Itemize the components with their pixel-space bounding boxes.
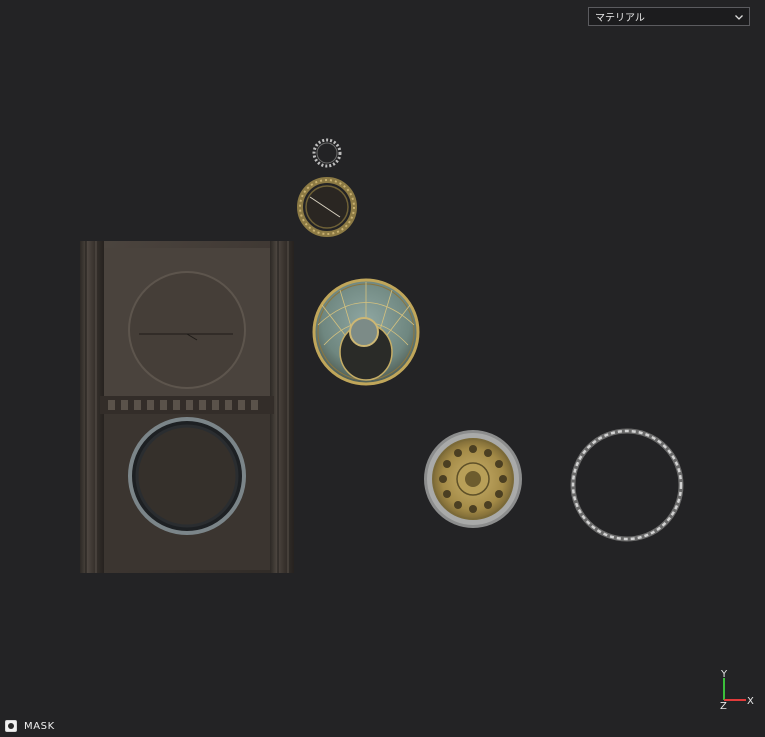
uv-texture-layout bbox=[80, 138, 684, 573]
z-axis-label: Z bbox=[720, 701, 727, 710]
uv-island-dial-face[interactable] bbox=[312, 278, 420, 386]
uv-island-small-ring[interactable] bbox=[312, 138, 342, 168]
mask-label: MASK bbox=[24, 720, 55, 732]
radio-toggle-icon[interactable] bbox=[5, 720, 17, 732]
x-axis-label: X bbox=[747, 696, 754, 707]
uv-island-gold-plate[interactable] bbox=[424, 430, 522, 528]
uv-island-brass-ring[interactable] bbox=[297, 177, 357, 237]
material-dropdown-label: マテリアル bbox=[595, 13, 645, 24]
uv-island-stone-case[interactable] bbox=[80, 241, 294, 573]
y-axis-label: Y bbox=[720, 669, 728, 680]
uv-viewport[interactable]: マテリアル MASK Y X Z bbox=[0, 0, 765, 737]
material-dropdown[interactable]: マテリアル bbox=[588, 7, 750, 26]
uv-island-silver-ring[interactable] bbox=[570, 428, 684, 542]
axis-gizmo: Y X Z bbox=[720, 669, 754, 710]
chevron-down-icon bbox=[735, 14, 743, 20]
mask-toggle[interactable]: MASK bbox=[5, 719, 55, 733]
